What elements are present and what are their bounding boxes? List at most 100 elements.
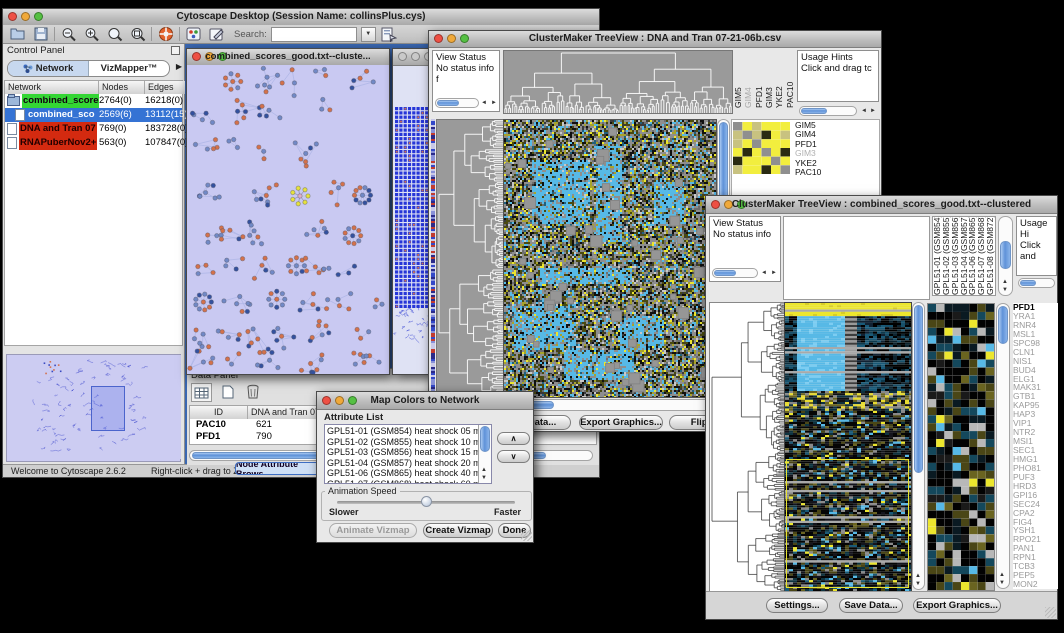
treeview1-heatmap[interactable] [503,119,717,398]
network-view-window[interactable]: combined_scores_good.txt--cluste... [186,48,390,375]
gene-label[interactable]: PEP5 [1013,571,1058,580]
gene-label[interactable]: GIM3 [795,149,839,158]
treeview2-zoom-heatmap[interactable] [927,303,995,591]
network-view-titlebar[interactable]: combined_scores_good.txt--cluste... [187,49,389,66]
scroll-up-arrow[interactable]: ▲ [1000,279,1010,286]
search-dropdown-button[interactable]: ▼ [361,27,376,42]
treeview2-heatmap[interactable] [784,302,912,592]
col-header-edges[interactable]: Edges [145,81,185,94]
treeview2-window[interactable]: ClusterMaker TreeView : combined_scores_… [705,195,1058,620]
scroll-right-arrow[interactable]: ► [769,270,779,277]
birdseye-canvas[interactable] [7,355,181,459]
annotation-tool-icon[interactable] [184,26,203,43]
gene-label[interactable]: NTR2 [1013,428,1058,437]
gene-label[interactable]: MSL1 [1013,330,1058,339]
resize-grip[interactable] [1045,607,1056,618]
treeview1-column-dendrogram[interactable] [503,50,733,114]
float-panel-icon[interactable] [171,46,180,55]
search-input[interactable] [271,27,357,42]
export-graphics-button[interactable]: Export Graphics... [913,598,1001,613]
attribute-list-item[interactable]: GPL51-02 (GSM855) heat shock 10 min [325,437,478,448]
treeview2-zoom-vscrollbar[interactable]: ▲ ▼ [996,303,1010,589]
gene-label[interactable]: GIM5 [795,121,839,130]
birdseye-view-panel[interactable] [6,354,181,462]
help-lifebuoy-icon[interactable] [156,26,175,43]
save-data-button[interactable]: Save Data... [839,598,903,613]
gene-label[interactable]: SEC24 [1013,500,1058,509]
attribute-listbox[interactable]: GPL51-01 (GSM854) heat shock 05 minGPL51… [324,424,492,484]
gene-label[interactable]: PAN1 [1013,544,1058,553]
open-file-button[interactable] [8,26,27,43]
edit-network-icon[interactable] [207,26,226,43]
gene-label[interactable]: RPO21 [1013,535,1058,544]
gene-label[interactable]: HMG1 [1013,455,1058,464]
treeview2-titlebar[interactable]: ClusterMaker TreeView : combined_scores_… [706,196,1057,214]
network-table-row[interactable]: DNA and Tran 07769(0)183728(0) [5,122,182,136]
slider-thumb[interactable] [421,496,432,507]
scroll-up-arrow[interactable]: ▲ [479,467,489,474]
network-view-2-titlebar[interactable] [393,49,431,66]
view-status-scrollbar[interactable] [712,268,758,278]
attribute-list-vscrollbar[interactable]: ▲ ▼ [478,425,491,483]
gene-label[interactable]: TCB3 [1013,562,1058,571]
scroll-down-arrow[interactable]: ▼ [479,475,489,482]
gene-label[interactable]: MSI1 [1013,437,1058,446]
gene-label[interactable]: YKE2 [795,159,839,168]
network-canvas[interactable] [187,65,389,374]
treeview1-titlebar[interactable]: ClusterMaker TreeView : DNA and Tran 07-… [429,31,881,48]
gene-label[interactable]: NIS1 [1013,357,1058,366]
scroll-up-arrow[interactable]: ▲ [997,572,1007,579]
gene-label[interactable]: VIP1 [1013,419,1058,428]
tab-vizmapper[interactable]: VizMapper™ [89,61,169,76]
scroll-up-arrow[interactable]: ▲ [913,573,923,580]
gene-label[interactable]: HAP3 [1013,410,1058,419]
network-table-row[interactable]: RNAPuberNov2+563(0)107847(0) [5,136,182,150]
dialog-titlebar[interactable]: Map Colors to Network [317,392,533,410]
scroll-right-arrow[interactable]: ► [868,108,878,115]
network-table-row[interactable]: combined_sco2569(6)13112(15) [5,108,182,122]
scroll-down-arrow[interactable]: ▼ [913,581,923,588]
search-options-icon[interactable] [380,26,399,43]
new-attribute-icon[interactable] [218,383,237,400]
animate-vizmap-button[interactable]: Animate Vizmap [329,523,417,538]
attribute-table-icon[interactable] [191,383,212,402]
col-header-nodes[interactable]: Nodes [99,81,145,94]
gene-label[interactable]: SPC98 [1013,339,1058,348]
treeview1-row-dendrogram[interactable] [436,119,504,398]
create-vizmap-button[interactable]: Create Vizmap [423,523,493,538]
view-status-scrollbar[interactable] [435,98,479,108]
scroll-left-arrow[interactable]: ◄ [479,100,489,107]
move-up-button[interactable]: ∧ [497,432,530,445]
gene-label[interactable]: FIG4 [1013,518,1058,527]
attribute-list-item[interactable]: GPL51-07 (GSM868) heat shock 60 min [325,479,478,485]
gene-label[interactable]: CPA2 [1013,509,1058,518]
treeview2-row-dendrogram[interactable] [709,302,785,592]
tab-overflow-button[interactable]: ▶ [174,63,184,70]
network-table-row[interactable]: combined_scores2764(0)16218(0) [5,94,182,108]
export-graphics-button[interactable]: Export Graphics... [579,415,663,430]
attribute-list-item[interactable]: GPL51-01 (GSM854) heat shock 05 min [325,426,478,437]
network-view-window-2[interactable] [392,48,432,375]
col-header-network[interactable]: Network [5,81,99,94]
animation-speed-slider[interactable] [337,501,515,504]
gene-label[interactable]: KAP95 [1013,401,1058,410]
settings-button[interactable]: Settings... [766,598,828,613]
gene-label[interactable]: PUF3 [1013,473,1058,482]
treeview2-heat-vscrollbar[interactable]: ▲ ▼ [912,302,925,590]
zoom-in-button[interactable] [82,26,101,43]
gene-label[interactable]: MAK31 [1013,383,1058,392]
scroll-down-arrow[interactable]: ▼ [997,580,1007,587]
attribute-list-item[interactable]: GPL51-06 (GSM865) heat shock 40 min [325,468,478,479]
gene-label[interactable]: GIM4 [795,130,839,139]
resize-grip[interactable] [521,530,532,541]
zoom-fit-button[interactable] [128,26,147,43]
gene-label[interactable]: GTB1 [1013,392,1058,401]
gene-label[interactable]: YRA1 [1013,312,1058,321]
gene-label[interactable]: PFD1 [1013,303,1058,312]
dense-network-canvas[interactable] [393,107,431,357]
gene-label[interactable]: ELG1 [1013,375,1058,384]
treeview2-collabel-vscrollbar[interactable]: ▲ ▼ [998,216,1013,296]
gene-label[interactable]: PAC10 [795,168,839,177]
treeview2-usage-scrollbar[interactable] [1018,278,1055,288]
tab-network[interactable]: Network [8,61,89,76]
